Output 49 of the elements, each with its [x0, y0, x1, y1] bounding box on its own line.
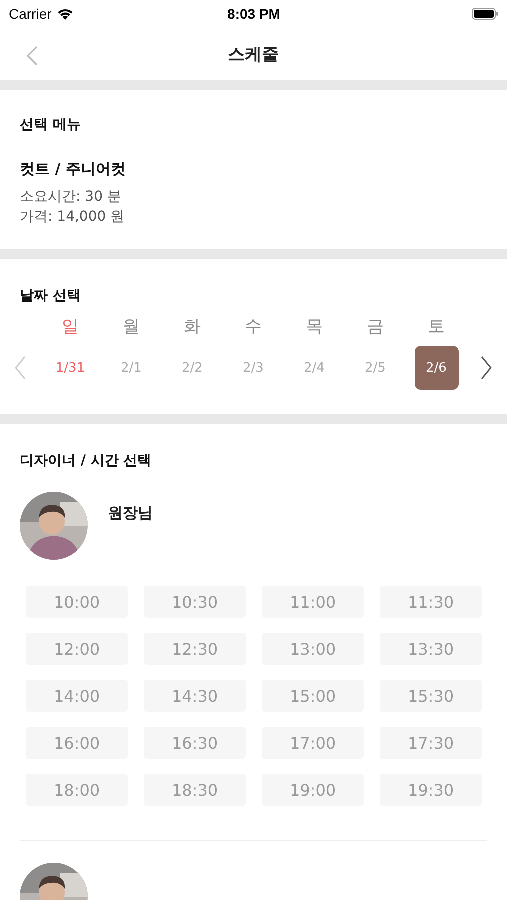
date-button[interactable]: 2/1 — [110, 346, 154, 390]
weekday-label: 화 — [184, 316, 201, 338]
designer-name: 원장님 — [108, 504, 153, 524]
time-slot-button[interactable]: 17:00 — [262, 727, 364, 759]
date-button[interactable]: 2/4 — [292, 346, 336, 390]
time-slot-button[interactable]: 16:00 — [26, 727, 128, 759]
chevron-left-icon — [26, 46, 38, 66]
time-slot-button[interactable]: 14:00 — [26, 680, 128, 712]
price-text: 가격: 14,000 원 — [20, 208, 126, 227]
time-slot-button[interactable]: 15:30 — [380, 680, 482, 712]
date-button[interactable]: 2/3 — [232, 346, 276, 390]
duration-text: 소요시간: 30 분 — [20, 188, 122, 207]
time-slot-button[interactable]: 17:30 — [380, 727, 482, 759]
date-button[interactable]: 1/31 — [48, 346, 92, 390]
weekday-label: 토 — [428, 316, 445, 338]
section-heading: 선택 메뉴 — [20, 116, 82, 134]
time-slot-button[interactable]: 18:30 — [144, 774, 246, 806]
time-slot-button[interactable]: 12:00 — [26, 633, 128, 665]
date-button[interactable]: 2/5 — [354, 346, 398, 390]
time-slot-button[interactable]: 15:00 — [262, 680, 364, 712]
date-button[interactable]: 2/6 — [414, 346, 458, 390]
weekday-label: 일 — [62, 316, 79, 338]
section-heading: 디자이너 / 시간 선택 — [20, 452, 153, 470]
battery-icon — [472, 8, 499, 20]
time-slot-button[interactable]: 14:30 — [144, 680, 246, 712]
time-slot-button[interactable]: 11:30 — [380, 586, 482, 618]
wifi-icon — [56, 8, 74, 20]
weekday-label: 목 — [306, 316, 323, 338]
chevron-right-icon — [481, 356, 493, 380]
time-slot-button[interactable]: 10:00 — [26, 586, 128, 618]
time-slot-button[interactable]: 16:30 — [144, 727, 246, 759]
time-slot-button[interactable]: 18:00 — [26, 774, 128, 806]
time-slot-button[interactable]: 13:30 — [380, 633, 482, 665]
chevron-left-icon — [14, 356, 26, 380]
screen-title: 스케줄 — [228, 44, 279, 66]
carrier-label: Carrier — [9, 6, 52, 22]
weekday-label: 수 — [245, 316, 262, 338]
time-slot-button[interactable]: 19:00 — [262, 774, 364, 806]
section-heading: 날짜 선택 — [20, 287, 82, 305]
time-slot-button[interactable]: 11:00 — [262, 586, 364, 618]
status-time: 8:03 PM — [228, 6, 280, 22]
time-slot-button[interactable]: 12:30 — [144, 633, 246, 665]
time-slot-button[interactable]: 10:30 — [144, 586, 246, 618]
time-slot-button[interactable]: 19:30 — [380, 774, 482, 806]
weekday-label: 금 — [367, 316, 384, 338]
menu-name: 컷트 / 주니어컷 — [20, 160, 127, 179]
time-slot-button[interactable]: 13:00 — [262, 633, 364, 665]
date-button[interactable]: 2/2 — [170, 346, 214, 390]
weekday-label: 월 — [123, 316, 140, 338]
